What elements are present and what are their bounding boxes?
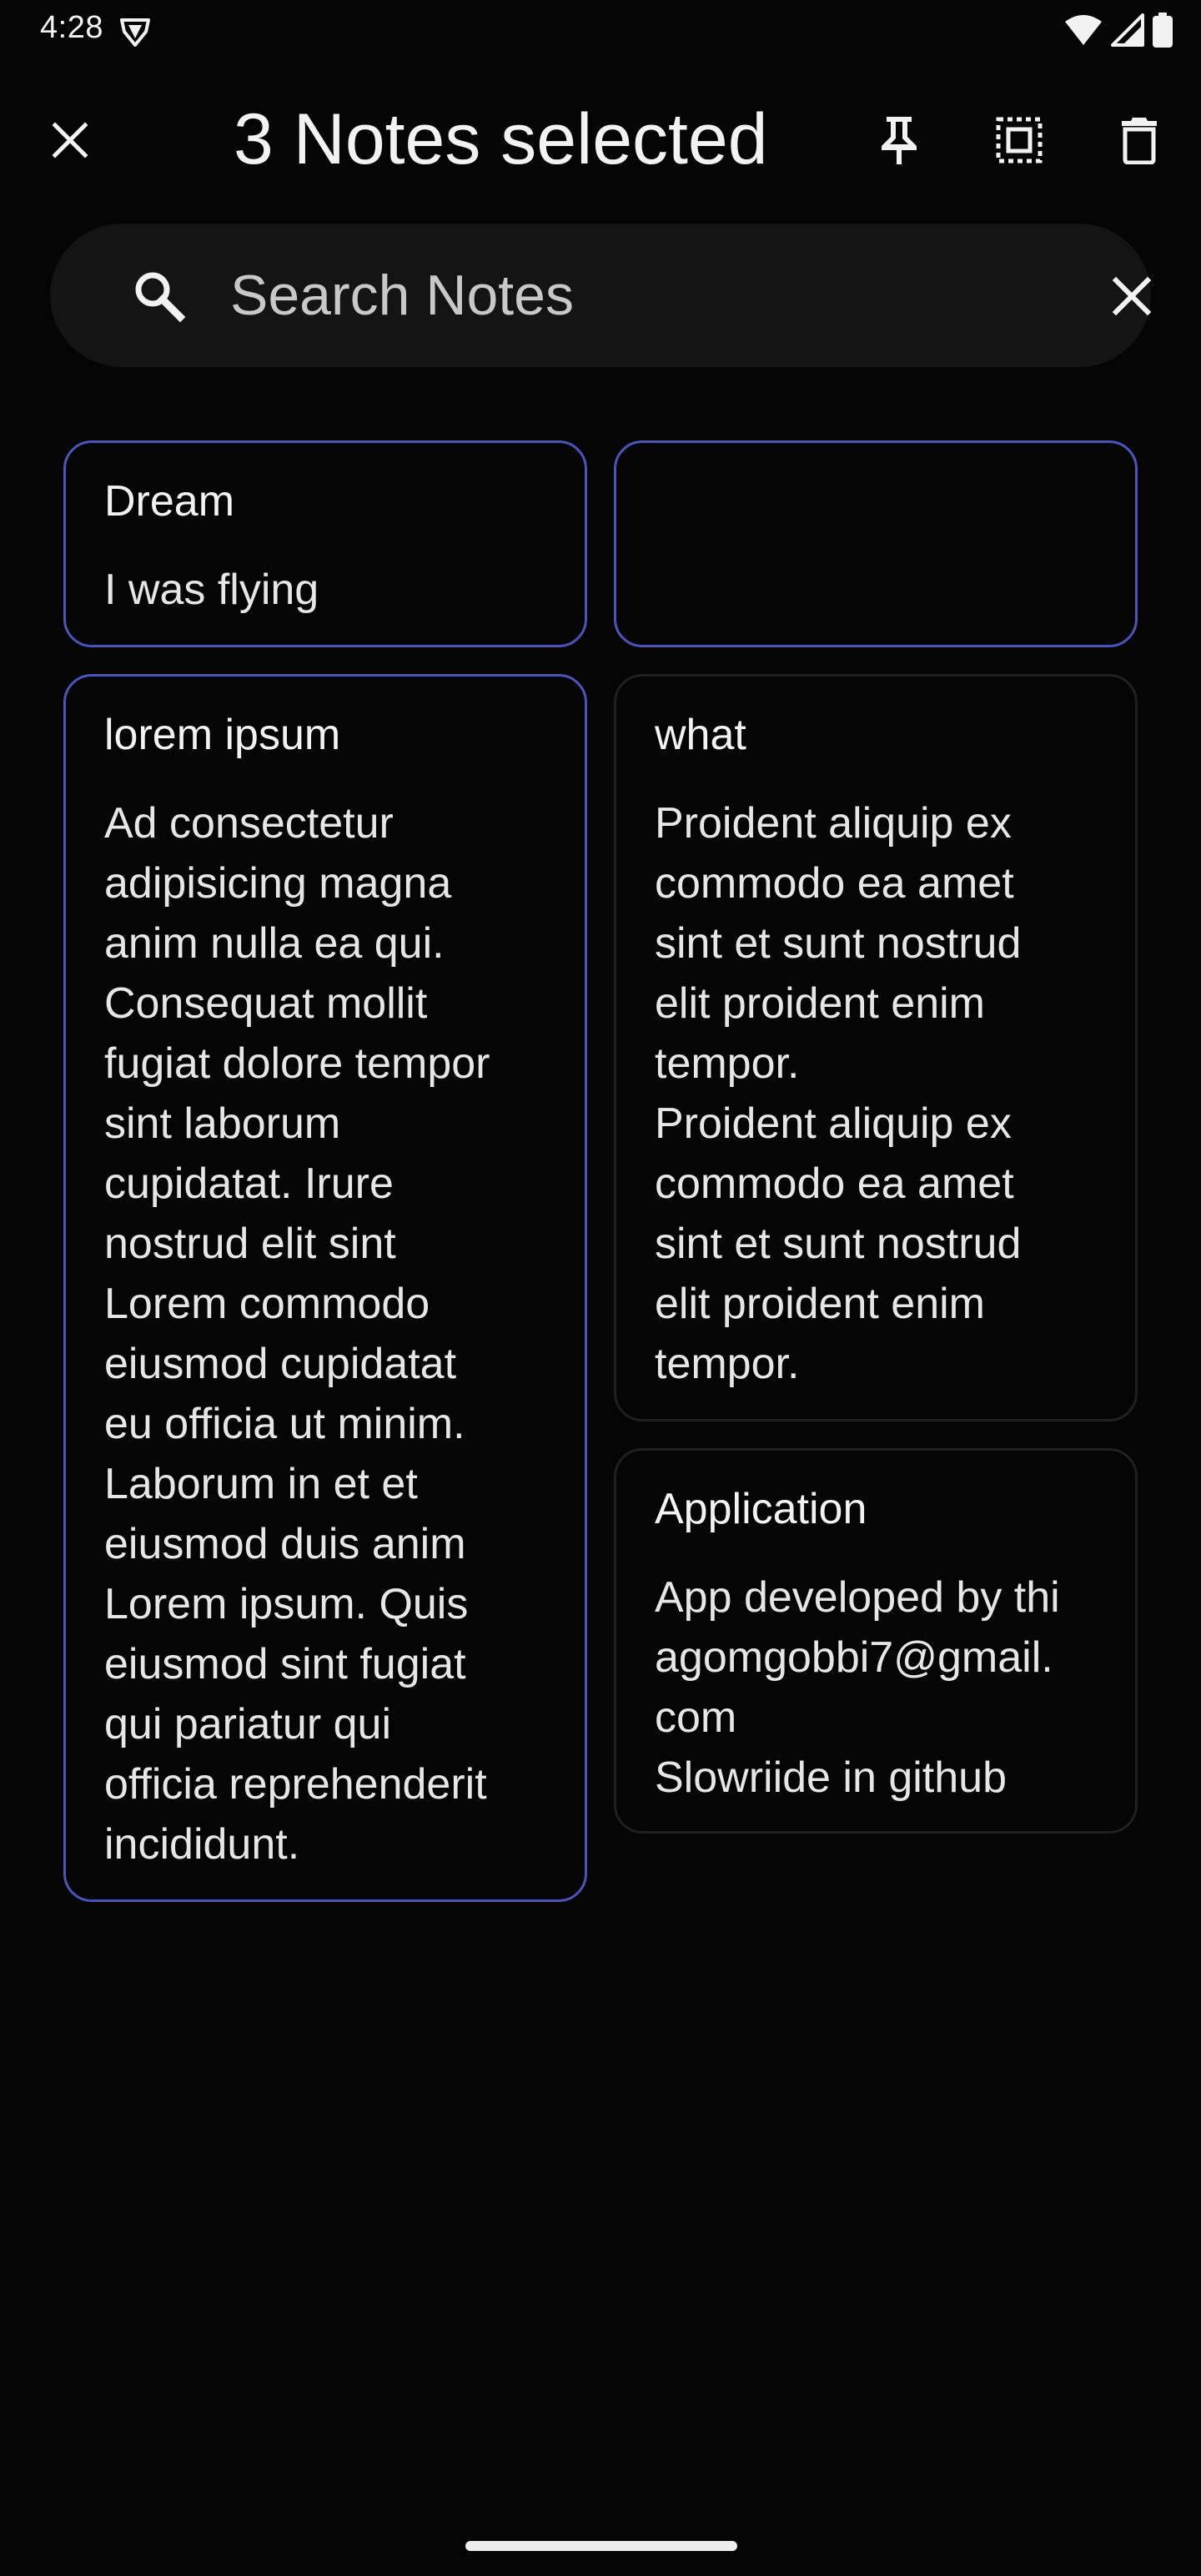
wifi-icon bbox=[1064, 13, 1103, 47]
close-selection-button[interactable] bbox=[35, 105, 105, 175]
note-body: Ad consectetur adipisicing magna anim nu… bbox=[104, 799, 490, 1869]
note-card-dream[interactable]: Dream I was flying bbox=[63, 440, 587, 647]
note-card-application[interactable]: Application App developed by thi agomgob… bbox=[614, 1448, 1138, 1834]
note-card-what[interactable]: what Proident aliquip ex commodo ea amet… bbox=[614, 674, 1138, 1421]
pin-button[interactable] bbox=[861, 102, 937, 179]
note-body: Proident aliquip ex commodo ea amet sint… bbox=[655, 799, 1022, 1388]
clear-search-icon[interactable] bbox=[1103, 267, 1161, 325]
pin-icon bbox=[882, 117, 917, 164]
note-title: Dream bbox=[104, 477, 235, 526]
status-icons bbox=[1064, 12, 1173, 48]
delete-button[interactable] bbox=[1101, 102, 1178, 179]
note-title: what bbox=[655, 711, 746, 759]
close-icon bbox=[52, 122, 88, 158]
note-body: App developed by thi agomgobbi7@gmail. c… bbox=[655, 1573, 1060, 1802]
select-all-icon bbox=[996, 117, 1043, 164]
search-icon bbox=[135, 272, 186, 323]
note-card-empty[interactable] bbox=[614, 440, 1138, 647]
delete-icon bbox=[1122, 118, 1157, 164]
status-bar: 4:28 bbox=[0, 0, 1201, 60]
shield-icon bbox=[118, 15, 152, 48]
battery-icon bbox=[1153, 13, 1173, 48]
cell-signal-icon bbox=[1111, 13, 1144, 47]
select-all-button[interactable] bbox=[981, 102, 1058, 179]
home-indicator[interactable] bbox=[465, 2541, 737, 2551]
status-time: 4:28 bbox=[40, 10, 103, 45]
note-title: Application bbox=[655, 1485, 867, 1533]
selection-toolbar: 3 Notes selected bbox=[0, 80, 1201, 190]
note-card-lorem-ipsum[interactable]: lorem ipsum Ad consectetur adipisicing m… bbox=[63, 674, 587, 1902]
search-bar bbox=[50, 224, 1152, 367]
note-title: lorem ipsum bbox=[104, 711, 341, 759]
note-body: I was flying bbox=[104, 566, 319, 614]
search-input[interactable] bbox=[230, 257, 1064, 334]
page-title: 3 Notes selected bbox=[234, 99, 768, 179]
